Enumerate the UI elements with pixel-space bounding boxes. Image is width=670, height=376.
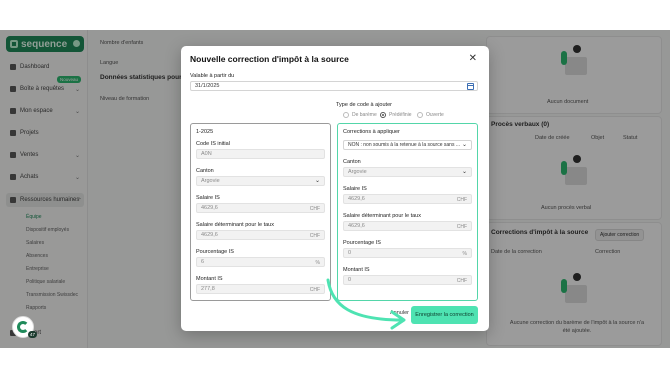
pourcentage-is-label: Pourcentage IS [196, 249, 234, 255]
canton-select: Argovie ⌄ [196, 176, 325, 186]
unit-chf: CHF [309, 286, 320, 293]
montant-is-value: 277,8 [201, 286, 215, 292]
unit-percent: % [462, 250, 467, 257]
type-code-label: Type de code à ajouter [336, 102, 392, 108]
radio-ouverte[interactable]: Ouverte [417, 112, 444, 118]
corrections-label: Corrections à appliquer [343, 129, 400, 135]
salaire-is-label: Salaire IS [196, 195, 220, 201]
valable-date-input[interactable]: 31/1/2025 [190, 81, 478, 91]
save-correction-button[interactable]: Enregistrer la correction [411, 306, 478, 324]
pointer-arrow-icon [326, 278, 406, 330]
canton-value: Argovie [201, 178, 220, 184]
salaire-taux-value: 4629,6 [348, 223, 365, 229]
canton-select[interactable]: Argovie ⌄ [343, 167, 472, 177]
modal-title: Nouvelle correction d'impôt à la source [190, 54, 349, 64]
code-is-field: A0N [196, 149, 325, 159]
montant-is-label: Montant IS [343, 267, 370, 273]
salaire-taux-label: Salaire déterminant pour le taux [196, 222, 274, 228]
pourcentage-is-value: 6 [201, 259, 205, 265]
calendar-icon[interactable] [467, 83, 474, 90]
unit-chf: CHF [456, 223, 467, 230]
salaire-taux-field: 4629,6 CHF [196, 230, 325, 240]
period-label: 1-2025 [196, 129, 214, 135]
radio-de-bareme[interactable]: De barème [343, 112, 377, 118]
pourcentage-is-value: 0 [348, 250, 352, 256]
montant-is-label: Montant IS [196, 276, 223, 282]
radio-label: Prédéfinie [389, 112, 412, 118]
help-widget-button[interactable]: 47 [12, 316, 37, 338]
save-button-label: Enregistrer la correction [415, 312, 474, 318]
salaire-taux-label: Salaire déterminant pour le taux [343, 213, 421, 219]
close-icon[interactable]: ✕ [469, 54, 477, 64]
code-is-label: Code IS initial [196, 141, 230, 147]
canton-label: Canton [343, 159, 361, 165]
radio-label: De barème [352, 112, 377, 118]
radio-predefinie[interactable]: Prédéfinie [380, 112, 412, 118]
code-is-value: A0N [201, 151, 212, 157]
unit-chf: CHF [309, 232, 320, 239]
salaire-is-label: Salaire IS [343, 186, 367, 192]
montant-is-field: 277,8 CHF [196, 284, 325, 294]
radio-button[interactable] [417, 112, 423, 118]
salaire-is-value: 4629,6 [201, 205, 218, 211]
unit-chf: CHF [456, 196, 467, 203]
salaire-taux-field[interactable]: 4629,6 CHF [343, 221, 472, 231]
salaire-is-field: 4629,6 CHF [196, 203, 325, 213]
pourcentage-is-field: 6 % [196, 257, 325, 267]
radio-button[interactable] [343, 112, 349, 118]
chevron-down-icon: ⌄ [461, 169, 467, 175]
unit-percent: % [315, 259, 320, 266]
corrections-select[interactable]: NON : non soumis à la retenue à la sourc… [343, 140, 472, 150]
valable-date-value: 31/1/2025 [195, 83, 220, 89]
corrections-value: NON : non soumis à la retenue à la sourc… [348, 142, 460, 148]
radio-label: Ouverte [426, 112, 444, 118]
canton-label: Canton [196, 168, 214, 174]
pourcentage-is-label: Pourcentage IS [343, 240, 381, 246]
canton-value: Argovie [348, 169, 367, 175]
salaire-is-field[interactable]: 4629,6 CHF [343, 194, 472, 204]
radio-button-checked[interactable] [380, 112, 386, 118]
salaire-taux-value: 4629,6 [201, 232, 218, 238]
chevron-down-icon: ⌄ [314, 178, 320, 184]
unit-chf: CHF [309, 205, 320, 212]
salaire-is-value: 4629,6 [348, 196, 365, 202]
sequence-logo-icon [17, 321, 29, 333]
corrections-card: Corrections à appliquer NON : non soumis… [337, 123, 478, 301]
unit-chf: CHF [456, 277, 467, 284]
notification-badge: 47 [27, 331, 37, 338]
initial-values-card: 1-2025 Code IS initial A0N Canton Argovi… [190, 123, 331, 301]
pourcentage-is-field[interactable]: 0 % [343, 248, 472, 258]
valable-label: Valable à partir du [190, 73, 235, 79]
chevron-down-icon: ⌄ [461, 142, 467, 148]
